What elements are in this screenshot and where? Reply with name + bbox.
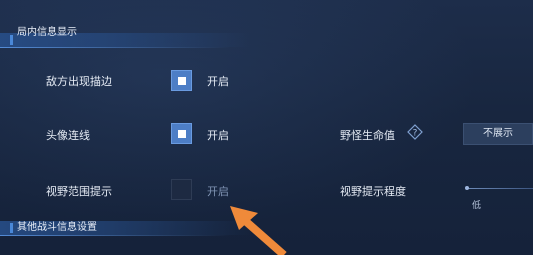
- monster-hp-select[interactable]: 不展示: [463, 123, 533, 145]
- svg-text:?: ?: [413, 129, 418, 139]
- checkbox-tick-icon: [178, 130, 186, 138]
- vision-hint-slider-track[interactable]: [467, 188, 533, 189]
- section-underline: [0, 47, 230, 48]
- avatar-line-checkbox[interactable]: [171, 123, 192, 144]
- help-diamond-icon[interactable]: ?: [407, 124, 423, 140]
- enemy-outline-option[interactable]: 开启: [207, 73, 229, 89]
- vision-range-label: 视野范围提示: [46, 185, 112, 198]
- monster-hp-label: 野怪生命值: [340, 129, 395, 142]
- enemy-outline-label: 敌方出现描边: [46, 75, 112, 88]
- vision-hint-label: 视野提示程度: [340, 185, 406, 198]
- vision-range-checkbox[interactable]: [171, 179, 192, 200]
- section-title-bottom: 其他战斗信息设置: [17, 222, 97, 233]
- section-accent-bar: [10, 223, 13, 233]
- vision-hint-slider-knob[interactable]: [465, 186, 469, 190]
- avatar-line-option[interactable]: 开启: [207, 127, 229, 143]
- section-header-bottom: 其他战斗信息设置: [0, 221, 250, 236]
- section-underline: [0, 235, 230, 236]
- pointer-arrow: [230, 206, 287, 255]
- section-title-top: 局内信息显示: [17, 27, 77, 38]
- section-header-top: 局内信息显示: [0, 27, 250, 48]
- avatar-line-label: 头像连线: [46, 129, 90, 142]
- vision-range-option[interactable]: 开启: [207, 183, 229, 199]
- vision-hint-level-label: 低: [472, 201, 482, 211]
- section-accent-bar: [10, 35, 13, 45]
- checkbox-tick-icon: [178, 77, 186, 85]
- enemy-outline-checkbox[interactable]: [171, 70, 192, 91]
